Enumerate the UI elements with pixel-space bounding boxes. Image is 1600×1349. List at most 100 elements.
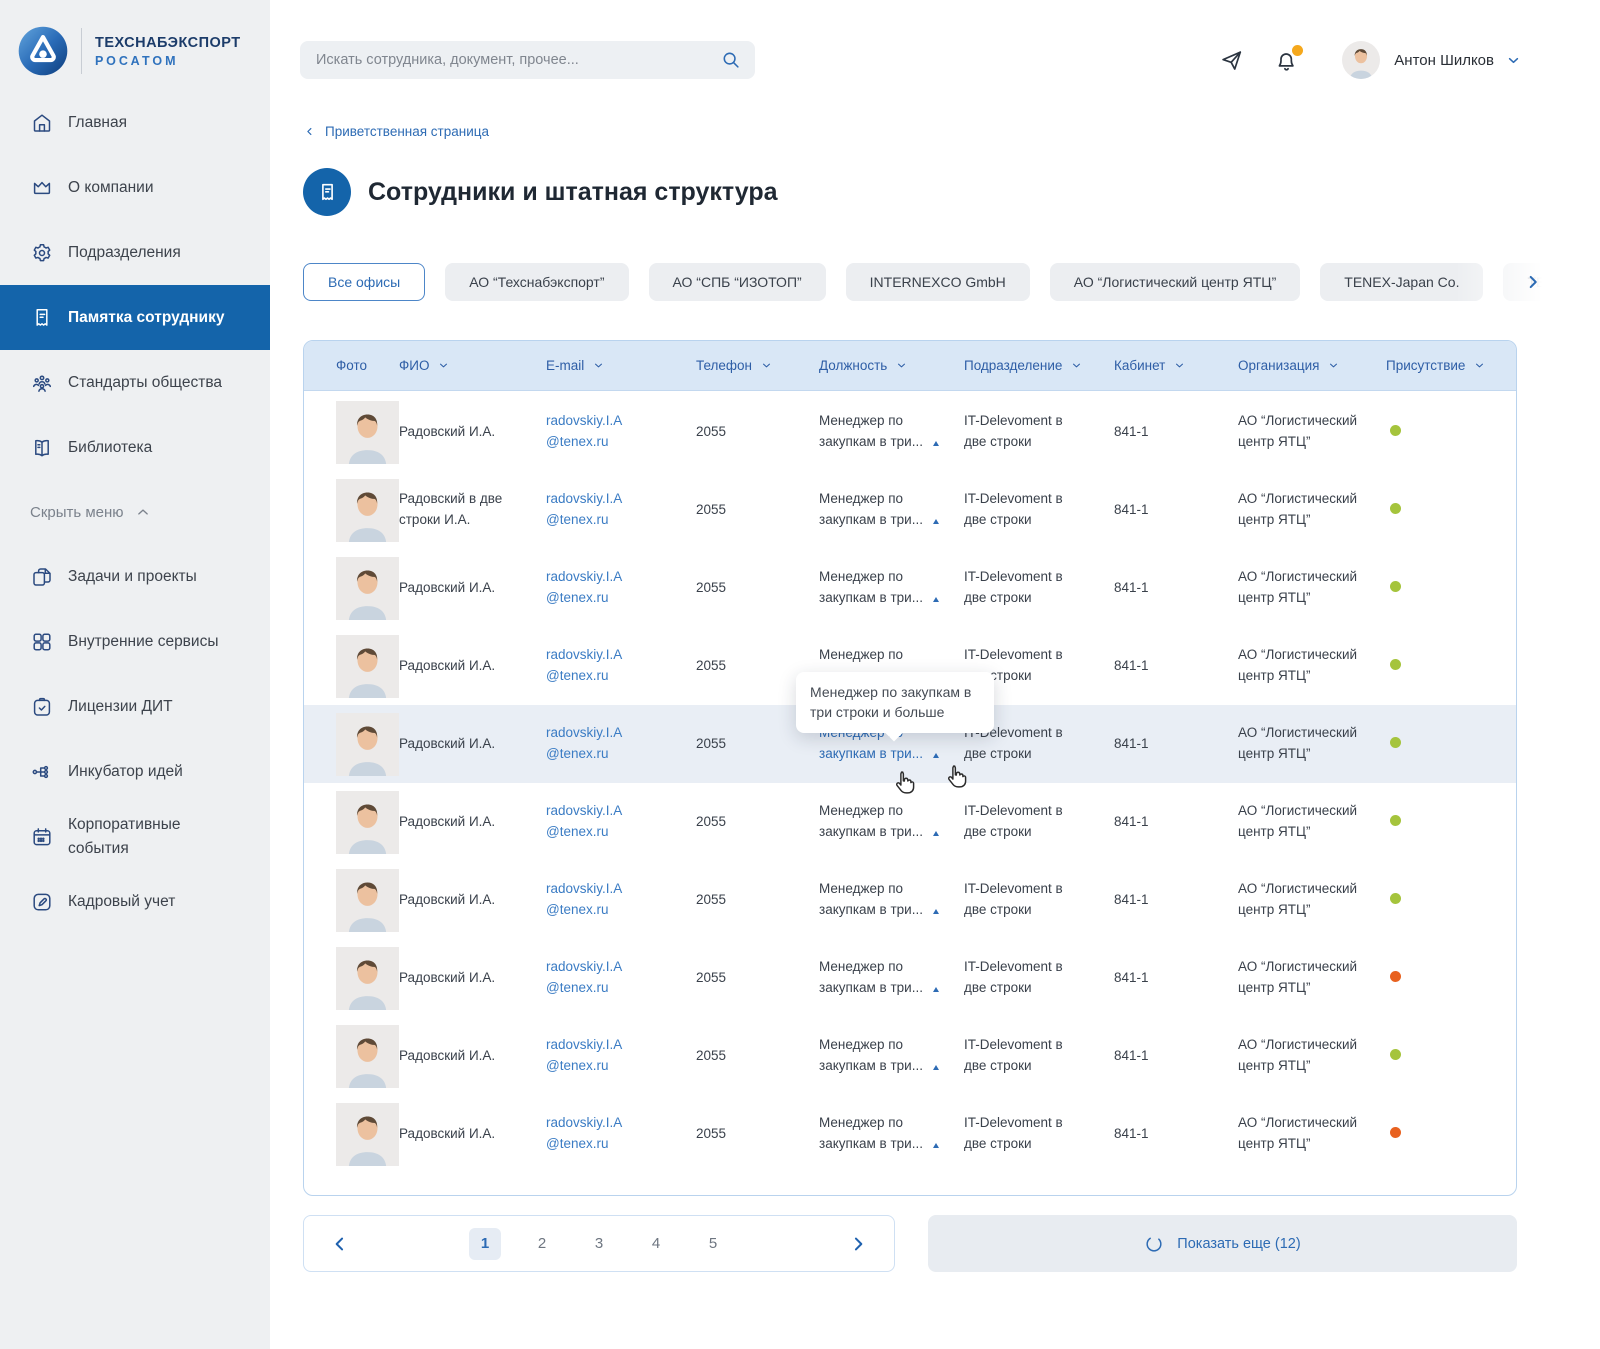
filter-chip-5[interactable]: TENEX-Japan Co. <box>1320 263 1483 301</box>
user-menu-chevron-icon[interactable] <box>1505 52 1522 69</box>
email-link[interactable]: radovskiy.I.A <box>546 723 696 744</box>
sidebar-item-company-standards[interactable]: Стандарты общества <box>0 350 270 415</box>
email-link[interactable]: radovskiy.I.A <box>546 957 696 978</box>
expand-position-icon[interactable] <box>933 909 939 914</box>
expand-position-icon[interactable] <box>933 441 939 446</box>
email-link[interactable]: radovskiy.I.A <box>546 1113 696 1134</box>
email-link[interactable]: radovskiy.I.A <box>546 411 696 432</box>
search-input-wrapper[interactable] <box>300 41 755 79</box>
email-link[interactable]: @tenex.ru <box>546 1134 696 1155</box>
sidebar-item-home[interactable]: Главная <box>0 90 270 155</box>
sidebar-item-employee-memo[interactable]: Памятка сотруднику <box>0 285 270 350</box>
table-row[interactable]: Радовский И.А.radovskiy.I.A@tenex.ru2055… <box>304 393 1516 471</box>
sidebar-item-corporate-events[interactable]: Корпоративные события <box>0 804 270 869</box>
search-input[interactable] <box>300 41 755 79</box>
expand-position-icon[interactable] <box>933 1065 939 1070</box>
column-header-2[interactable]: E-mail <box>546 358 696 373</box>
sidebar-item-tasks-projects[interactable]: Задачи и проекты <box>0 544 270 609</box>
table-row[interactable]: Радовский И.А.radovskiy.I.A@tenex.ru2055… <box>304 861 1516 939</box>
show-more-button[interactable]: Показать еще (12) <box>928 1215 1517 1272</box>
position-link[interactable]: Менеджер по закупкам в три... <box>819 1115 923 1151</box>
position-link[interactable]: Менеджер по закупкам в три... <box>819 413 923 449</box>
page-number-2[interactable]: 2 <box>526 1228 558 1260</box>
email-link[interactable]: radovskiy.I.A <box>546 489 696 510</box>
expand-position-icon[interactable] <box>933 597 939 602</box>
email-link[interactable]: @tenex.ru <box>546 1056 696 1077</box>
filter-chip-1[interactable]: АО “Техснабэкспорт” <box>445 263 628 301</box>
table-row[interactable]: Радовский И.А.radovskiy.I.A@tenex.ru2055… <box>304 939 1516 1017</box>
email-link[interactable]: @tenex.ru <box>546 822 696 843</box>
pagination-prev-icon[interactable] <box>330 1234 350 1254</box>
table-row[interactable]: Радовский И.А.radovskiy.I.A@tenex.ru2055… <box>304 1017 1516 1095</box>
sidebar-item-label: Лицензии ДИТ <box>68 695 173 718</box>
email-link[interactable]: radovskiy.I.A <box>546 567 696 588</box>
search-icon[interactable] <box>720 49 742 71</box>
sidebar-item-library[interactable]: Библиотека <box>0 415 270 480</box>
position-link[interactable]: Менеджер по закупкам в три... <box>819 569 923 605</box>
notifications-bell-icon[interactable] <box>1273 47 1300 74</box>
employee-room: 841-1 <box>1114 500 1238 521</box>
filter-chip-6[interactable]: TENE <box>1503 263 1588 301</box>
tasks-icon <box>30 565 54 589</box>
email-link[interactable]: @tenex.ru <box>546 978 696 999</box>
collapse-menu-button[interactable]: Скрыть меню <box>0 480 270 544</box>
position-link[interactable]: Менеджер по закупкам в три... <box>819 959 923 995</box>
position-link[interactable]: Менеджер по закупкам в три... <box>819 803 923 839</box>
sidebar-item-departments[interactable]: Подразделения <box>0 220 270 285</box>
send-icon[interactable] <box>1218 47 1245 74</box>
email-link[interactable]: radovskiy.I.A <box>546 801 696 822</box>
sidebar-item-about-company[interactable]: О компании <box>0 155 270 220</box>
sidebar-item-hr-records[interactable]: Кадровый учет <box>0 869 270 934</box>
email-link[interactable]: @tenex.ru <box>546 666 696 687</box>
filter-chip-4[interactable]: АО “Логистический центр ЯТЦ” <box>1050 263 1301 301</box>
email-link[interactable]: radovskiy.I.A <box>546 645 696 666</box>
employee-phone: 2055 <box>696 1124 819 1145</box>
email-link[interactable]: @tenex.ru <box>546 432 696 453</box>
filter-chip-2[interactable]: АО “СПБ “ИЗОТОП” <box>649 263 826 301</box>
expand-position-icon[interactable] <box>933 519 939 524</box>
sidebar-item-internal-services[interactable]: Внутренние сервисы <box>0 609 270 674</box>
sidebar-item-label: Подразделения <box>68 241 181 264</box>
email-link[interactable]: @tenex.ru <box>546 588 696 609</box>
page-number-3[interactable]: 3 <box>583 1228 615 1260</box>
employee-name: Радовский И.А. <box>399 890 546 911</box>
email-link[interactable]: @tenex.ru <box>546 744 696 765</box>
sidebar-item-label: Памятка сотруднику <box>68 306 224 329</box>
table-row[interactable]: Радовский И.А.radovskiy.I.A@tenex.ru2055… <box>304 1095 1516 1173</box>
column-header-8[interactable]: Присутствие <box>1386 358 1486 373</box>
chips-scroll-next-icon[interactable] <box>1522 271 1544 293</box>
user-avatar[interactable] <box>1342 41 1380 79</box>
breadcrumb[interactable]: Приветственная страница <box>303 124 489 139</box>
column-header-4[interactable]: Должность <box>819 358 964 373</box>
filter-chip-3[interactable]: INTERNEXCO GmbH <box>846 263 1030 301</box>
column-header-7[interactable]: Организация <box>1238 358 1386 373</box>
page-number-5[interactable]: 5 <box>697 1228 729 1260</box>
column-header-3[interactable]: Телефон <box>696 358 819 373</box>
expand-position-icon[interactable] <box>933 753 939 758</box>
email-link[interactable]: @tenex.ru <box>546 900 696 921</box>
expand-position-icon[interactable] <box>933 831 939 836</box>
position-link[interactable]: Менеджер по закупкам в три... <box>819 1037 923 1073</box>
position-link[interactable]: Менеджер по закупкам в три... <box>819 491 923 527</box>
sidebar-item-label: Задачи и проекты <box>68 565 197 588</box>
pagination-next-icon[interactable] <box>848 1234 868 1254</box>
column-header-6[interactable]: Кабинет <box>1114 358 1238 373</box>
filter-chip-0[interactable]: Все офисы <box>303 263 425 301</box>
expand-position-icon[interactable] <box>933 1143 939 1148</box>
page-number-4[interactable]: 4 <box>640 1228 672 1260</box>
sidebar-item-dit-licenses[interactable]: Лицензии ДИТ <box>0 674 270 739</box>
table-row[interactable]: Радовский в две строки И.А.radovskiy.I.A… <box>304 471 1516 549</box>
page-number-1[interactable]: 1 <box>469 1228 501 1260</box>
expand-position-icon[interactable] <box>933 987 939 992</box>
employee-organization: АО “Логистический центр ЯТЦ” <box>1238 645 1386 687</box>
user-name[interactable]: Антон Шилков <box>1394 52 1494 69</box>
sidebar-item-label: Корпоративные события <box>68 813 226 860</box>
email-link[interactable]: radovskiy.I.A <box>546 879 696 900</box>
table-row[interactable]: Радовский И.А.radovskiy.I.A@tenex.ru2055… <box>304 549 1516 627</box>
sidebar-item-idea-incubator[interactable]: Инкубатор идей <box>0 739 270 804</box>
column-header-5[interactable]: Подразделение <box>964 358 1114 373</box>
email-link[interactable]: radovskiy.I.A <box>546 1035 696 1056</box>
position-link[interactable]: Менеджер по закупкам в три... <box>819 881 923 917</box>
email-link[interactable]: @tenex.ru <box>546 510 696 531</box>
column-header-1[interactable]: ФИО <box>399 358 546 373</box>
